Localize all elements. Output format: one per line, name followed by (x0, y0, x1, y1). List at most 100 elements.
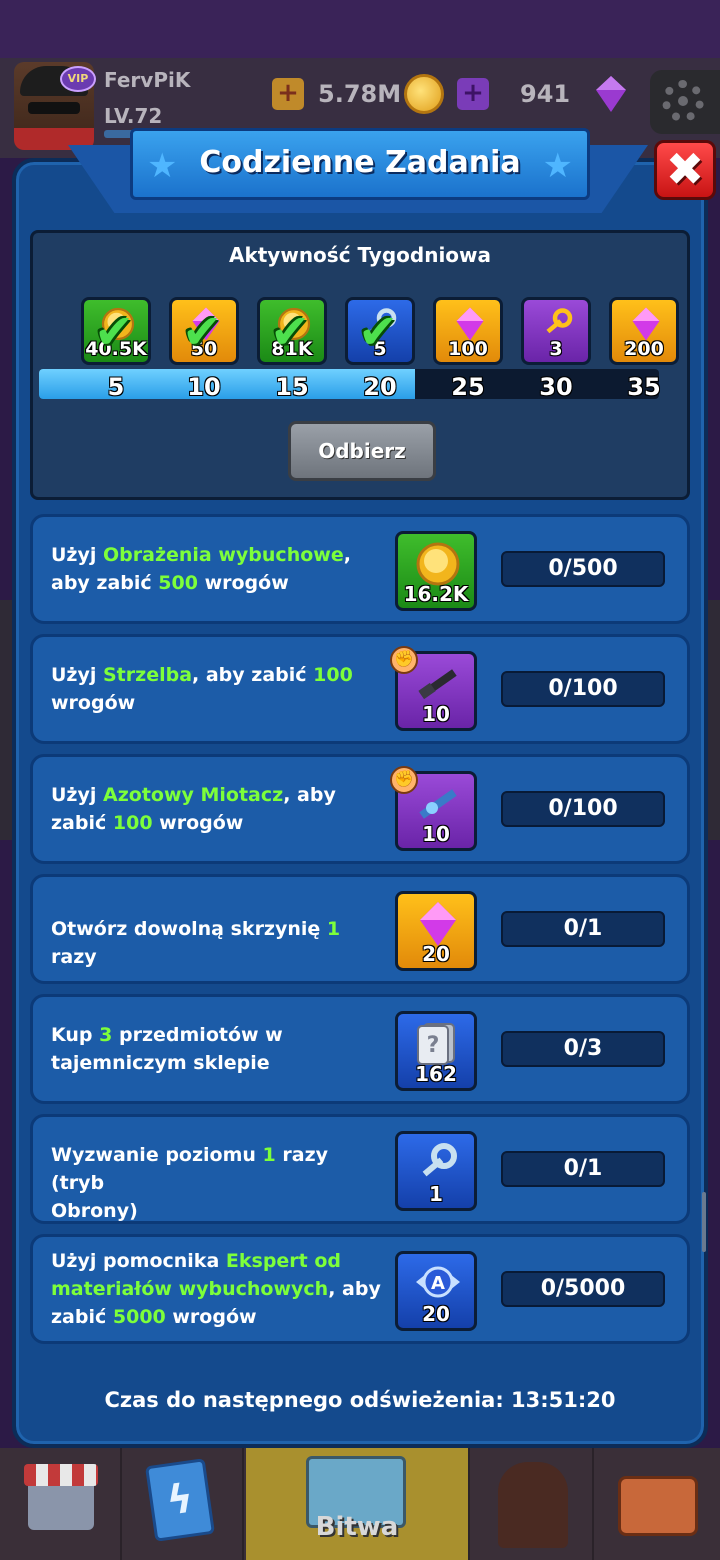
task-reward[interactable]: ? 162 (395, 1011, 477, 1091)
weekly-reward-chest[interactable]: 40.5K ✔ (81, 297, 151, 365)
settings-button[interactable] (650, 70, 720, 134)
add-coins-button[interactable]: + (272, 78, 304, 110)
hero-icon (498, 1462, 568, 1548)
weekly-reward-amount: 100 (448, 338, 488, 360)
task-reward[interactable]: 16.2K (395, 531, 477, 611)
sunglasses-shape (28, 102, 80, 114)
weekly-milestone-label: 30 (539, 373, 573, 401)
task-card: Użyj Strzelba, aby zabić 100 wrogów ✊ 10 0/1… (30, 634, 690, 744)
task-reward[interactable]: 1 (395, 1131, 477, 1211)
task-progress: 0/1 (501, 911, 665, 947)
star-icon: ★ (542, 146, 573, 186)
weekly-milestone-label: 10 (187, 373, 221, 401)
shotgun-icon (414, 660, 462, 708)
task-progress: 0/100 (501, 671, 665, 707)
task-reward-amount: 10 (422, 822, 450, 846)
weapon-badge-icon: ✊ (390, 646, 418, 674)
vip-badge: VIP (60, 66, 96, 92)
gem-icon (450, 306, 490, 342)
weekly-milestone-label: 25 (451, 373, 485, 401)
weekly-reward-chest[interactable]: 81K ✔ (257, 297, 327, 365)
lightning-card-icon: ϟ (145, 1458, 215, 1542)
shop-icon (24, 1464, 98, 1530)
title-ribbon: ★ Codzienne Zadania ★ (130, 128, 590, 200)
task-card: Wyzwanie poziomu 1 razy (tryb Obrony) 1 0/1 (30, 1114, 690, 1224)
task-description: Wyzwanie poziomu 1 razy (tryb Obrony) (51, 1144, 329, 1222)
rank-a-badge-icon: A (414, 1260, 462, 1308)
claim-button[interactable]: Odbierz (288, 421, 436, 481)
task-progress: 0/1 (501, 1151, 665, 1187)
weekly-milestone-label: 5 (107, 373, 125, 401)
weekly-milestone-label: 35 (627, 373, 661, 401)
task-reward[interactable]: 20 (395, 891, 477, 971)
coin-balance: 5.78M (318, 80, 402, 108)
task-reward-amount: 16.2K (403, 582, 469, 606)
nav-shop[interactable] (0, 1448, 122, 1560)
task-card: Kup 3 przedmiotów w tajemniczym sklepie? 1… (30, 994, 690, 1104)
task-reward[interactable]: ✊ 10 (390, 646, 477, 731)
weekly-milestone-label: 20 (363, 373, 397, 401)
task-progress: 0/100 (501, 791, 665, 827)
task-description: Użyj Obrażenia wybuchowe, aby zabić 500 w… (51, 544, 351, 594)
task-reward-amount: 1 (429, 1182, 443, 1206)
gold-coin-icon (414, 540, 462, 588)
task-card: Użyj pomocnika Ekspert od materiałów wybu… (30, 1234, 690, 1344)
key-icon (414, 1140, 462, 1188)
weekly-reward-chest[interactable]: 5 ✔ (345, 297, 415, 365)
mystery-card-icon: ? (414, 1020, 462, 1068)
task-progress: 0/500 (501, 551, 665, 587)
nav-battle-label: Bitwa (315, 1512, 399, 1542)
chest-icon (618, 1476, 698, 1536)
weekly-title: Aktywność Tygodniowa (228, 243, 492, 267)
refresh-timer: Czas do następnego odświeżenia: 13:51:20 (104, 1388, 616, 1412)
weekly-reward-amount: 200 (624, 338, 664, 360)
weekly-milestone-label: 15 (275, 373, 309, 401)
nav-cards[interactable]: ϟ (122, 1448, 244, 1560)
close-icon: ✖ (665, 142, 705, 196)
checkmark-icon: ✔ (94, 304, 135, 360)
task-description: Użyj Azotowy Miotacz, aby zabić 100 wrogó… (51, 784, 336, 834)
svg-text:A: A (431, 1273, 445, 1294)
svg-text:?: ? (427, 1033, 440, 1058)
add-gems-button[interactable]: + (457, 78, 489, 110)
gem-icon (626, 306, 666, 342)
task-reward-amount: 20 (422, 942, 450, 966)
player-name: FervPiK (104, 68, 191, 92)
task-reward-amount: 20 (422, 1302, 450, 1326)
bottom-nav: ϟ Bitwa (0, 1448, 720, 1560)
gem-balance: 941 (520, 80, 571, 108)
weekly-reward-amount: 3 (549, 338, 563, 360)
nav-battle[interactable]: Bitwa (246, 1448, 470, 1560)
gem-icon (596, 76, 626, 112)
task-card: Otwórz dowolną skrzynię 1 razy 20 0/1 (30, 874, 690, 984)
checkmark-icon: ✔ (358, 304, 399, 360)
checkmark-icon: ✔ (270, 304, 311, 360)
weekly-activity-box: Aktywność Tygodniowa 40.5K ✔ 50 ✔ 81K ✔ 5 ✔ 100 3… (30, 230, 690, 500)
checkmark-icon: ✔ (182, 304, 223, 360)
weekly-reward-chest[interactable]: 3 (521, 297, 591, 365)
task-reward-amount: 10 (422, 702, 450, 726)
gold-key-icon (538, 306, 578, 342)
nav-chests[interactable] (596, 1448, 718, 1560)
task-description: Użyj Strzelba, aby zabić 100 wrogów (51, 664, 353, 714)
task-card: Użyj Azotowy Miotacz, aby zabić 100 wrogó… (30, 754, 690, 864)
player-level: LV.72 (104, 104, 163, 128)
dialog-title: Codzienne Zadania (199, 145, 521, 180)
close-button[interactable]: ✖ (654, 140, 716, 200)
task-reward[interactable]: A 20 (395, 1251, 477, 1331)
nav-heroes[interactable] (472, 1448, 594, 1560)
gold-coin-icon (404, 74, 444, 114)
weekly-reward-chest[interactable]: 100 (433, 297, 503, 365)
task-progress: 0/3 (501, 1031, 665, 1067)
weapon-badge-icon: ✊ (390, 766, 418, 794)
task-reward[interactable]: ✊ 10 (390, 766, 477, 851)
weekly-reward-chest[interactable]: 200 (609, 297, 679, 365)
scrollbar[interactable] (702, 1192, 706, 1252)
gear-icon (662, 80, 704, 122)
task-description: Użyj pomocnika Ekspert od materiałów wybu… (51, 1250, 381, 1328)
task-progress: 0/5000 (501, 1271, 665, 1307)
task-reward-amount: 162 (415, 1062, 457, 1086)
weekly-reward-chest[interactable]: 50 ✔ (169, 297, 239, 365)
task-card: Użyj Obrażenia wybuchowe, aby zabić 500 w… (30, 514, 690, 624)
status-bar-area (0, 0, 720, 58)
